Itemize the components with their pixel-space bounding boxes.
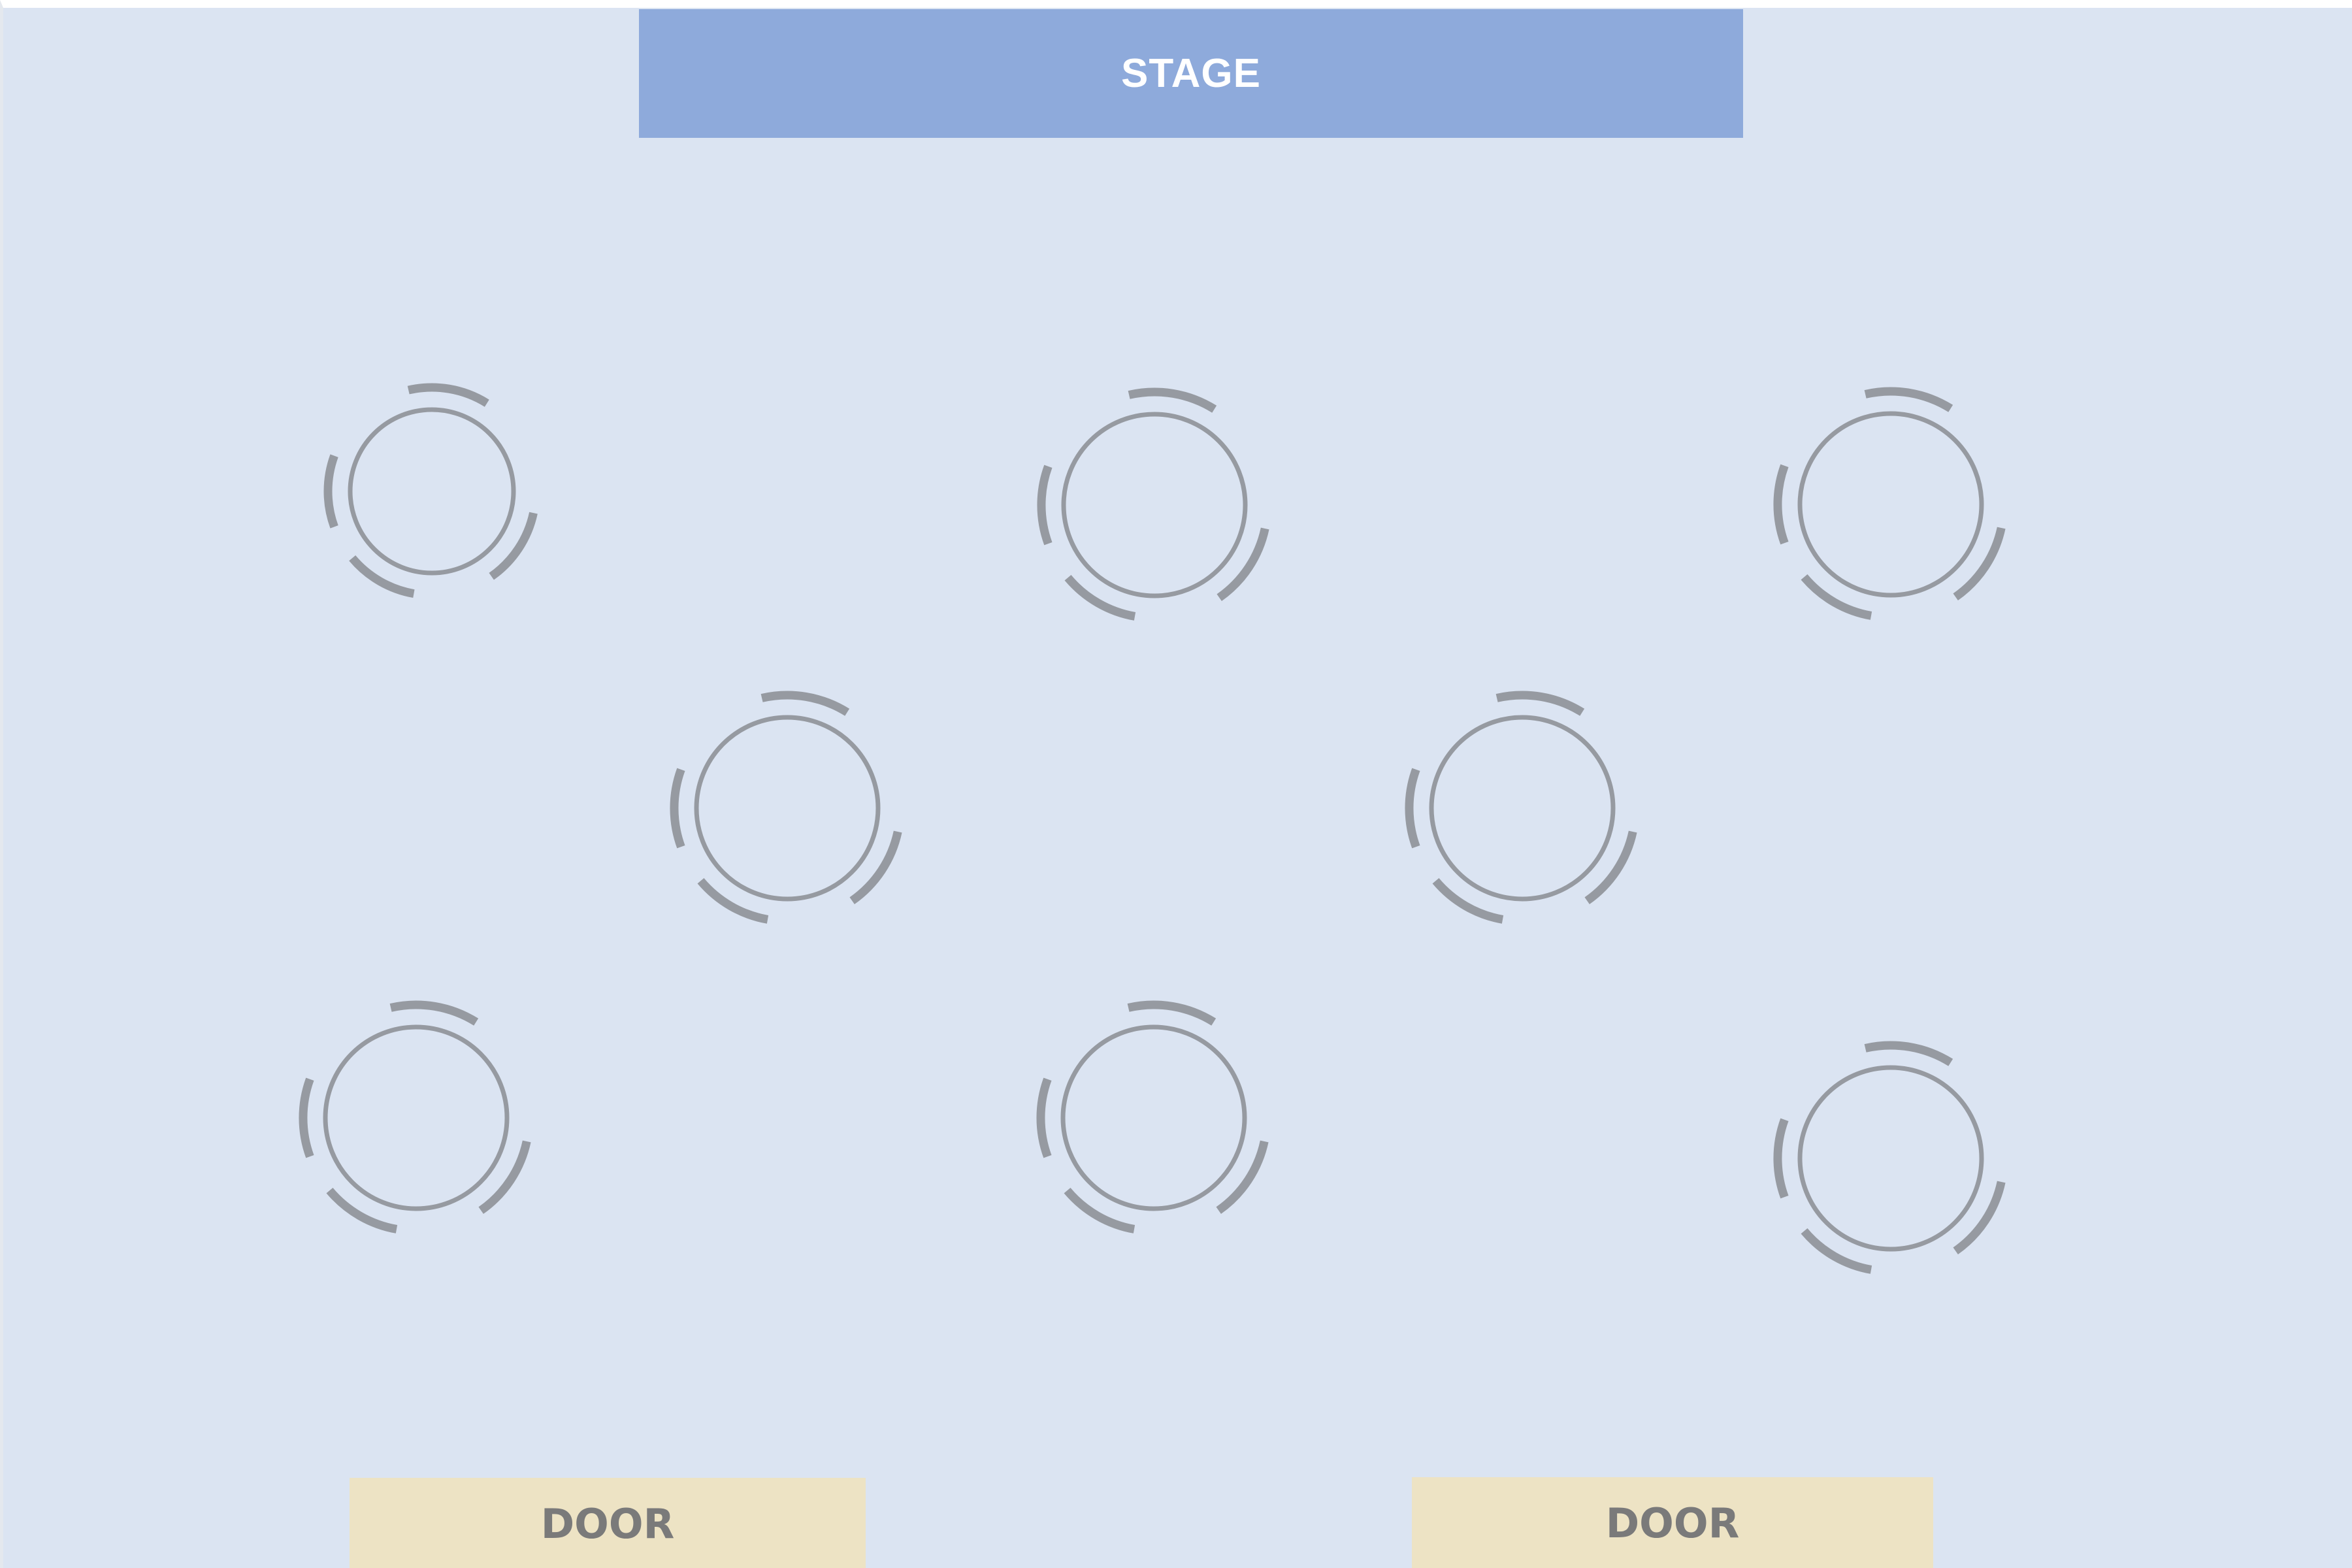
chair-4 xyxy=(1801,574,1872,620)
chair-1 xyxy=(1128,387,1217,413)
chair-2 xyxy=(670,768,685,849)
chair-4 xyxy=(326,1187,398,1233)
chair-2 xyxy=(1773,1118,1789,1199)
chair-1 xyxy=(1127,1000,1217,1026)
table-8 xyxy=(1773,1041,2006,1274)
chair-2 xyxy=(1405,768,1420,849)
chair-2 xyxy=(1036,1077,1052,1158)
door-left: DOOR xyxy=(350,1478,866,1568)
seating-layout xyxy=(299,383,2006,1274)
round-table xyxy=(1060,1024,1247,1211)
table-4 xyxy=(670,691,902,924)
chair-4 xyxy=(1801,1228,1872,1274)
chair-1 xyxy=(407,383,489,407)
round-table xyxy=(694,715,881,902)
door-right-label: DOOR xyxy=(1605,1499,1740,1547)
door-left-label: DOOR xyxy=(540,1499,675,1548)
chair-4 xyxy=(1064,574,1136,621)
chair-4 xyxy=(697,877,769,924)
floor-plan: STAGE DOOR DOOR xyxy=(0,0,2352,1568)
chair-1 xyxy=(389,1000,479,1026)
table-6 xyxy=(299,1000,531,1233)
chair-4 xyxy=(1064,1187,1135,1233)
chair-1 xyxy=(1495,691,1585,716)
round-table xyxy=(323,1024,510,1211)
chair-1 xyxy=(1864,387,1953,412)
chair-1 xyxy=(760,691,850,716)
chair-4 xyxy=(1432,877,1504,924)
round-table xyxy=(1797,411,1984,598)
chair-1 xyxy=(1864,1041,1953,1066)
table-2 xyxy=(1037,387,1269,621)
top-border xyxy=(3,0,2352,3)
round-table xyxy=(1797,1065,1984,1252)
table-7 xyxy=(1036,1000,1269,1233)
door-right: DOOR xyxy=(1412,1477,1933,1568)
table-1 xyxy=(323,383,538,598)
round-table xyxy=(1429,715,1616,902)
chair-2 xyxy=(1037,465,1053,546)
table-5 xyxy=(1405,691,1637,924)
chair-2 xyxy=(323,454,338,529)
round-table xyxy=(1061,412,1248,598)
chair-3 xyxy=(489,512,538,580)
chair-4 xyxy=(349,555,415,598)
round-table xyxy=(348,407,516,576)
chair-2 xyxy=(299,1077,314,1158)
table-3 xyxy=(1773,387,2006,620)
chair-2 xyxy=(1773,464,1789,545)
